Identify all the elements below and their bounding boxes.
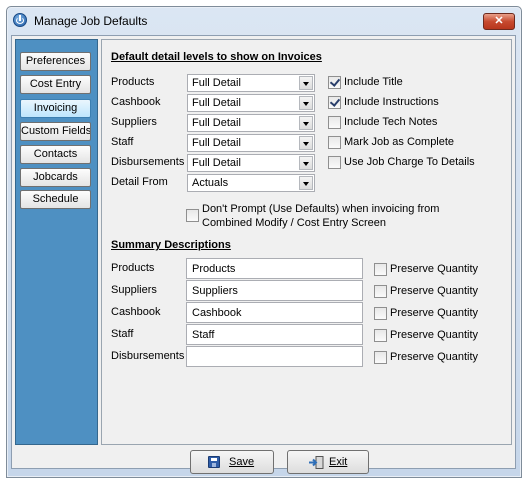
summary-staff-label: Staff	[111, 328, 134, 340]
suppliers-detail-select[interactable]: Full Detail	[187, 114, 315, 132]
summary-suppliers-value: Suppliers	[192, 285, 238, 297]
exit-door-icon	[309, 456, 324, 469]
close-button[interactable]: ✕	[483, 13, 515, 30]
chevron-down-icon[interactable]	[299, 176, 313, 190]
preserve-quantity-suppliers-checkbox[interactable]	[374, 285, 387, 298]
preserve-quantity-cashbook-label: Preserve Quantity	[390, 307, 479, 319]
preserve-quantity-suppliers-label: Preserve Quantity	[390, 285, 479, 297]
cashbook-detail-value: Full Detail	[192, 97, 241, 109]
summary-disbursements-input[interactable]	[186, 346, 363, 367]
preserve-quantity-disbursements-checkbox[interactable]	[374, 351, 387, 364]
preserve-quantity-products-checkbox[interactable]	[374, 263, 387, 276]
dont-prompt-checkbox[interactable]	[186, 209, 199, 222]
detail-from-select[interactable]: Actuals	[187, 174, 315, 192]
mark-job-complete-label: Mark Job as Complete	[344, 136, 455, 148]
summary-products-value: Products	[192, 263, 236, 275]
suppliers-detail-value: Full Detail	[192, 117, 241, 129]
title-bar: Manage Job Defaults ✕	[7, 7, 521, 35]
preserve-quantity-cashbook-checkbox[interactable]	[374, 307, 387, 320]
disbursements-detail-value: Full Detail	[192, 157, 241, 169]
dont-prompt-label-line1: Don't Prompt (Use Defaults) when invoici…	[202, 203, 440, 215]
suppliers-detail-label: Suppliers	[111, 116, 157, 128]
chevron-down-icon[interactable]	[299, 136, 313, 150]
summary-cashbook-label: Cashbook	[111, 306, 161, 318]
sidebar: Preferences Cost Entry Invoicing Custom …	[15, 39, 98, 445]
include-tech-notes-label: Include Tech Notes	[344, 116, 438, 128]
products-detail-label: Products	[111, 76, 155, 88]
staff-detail-select[interactable]: Full Detail	[187, 134, 315, 152]
cashbook-detail-select[interactable]: Full Detail	[187, 94, 315, 112]
detail-from-value: Actuals	[192, 177, 229, 189]
save-button[interactable]: Save	[190, 450, 274, 474]
use-job-charge-checkbox[interactable]	[328, 156, 341, 169]
staff-detail-label: Staff	[111, 136, 134, 148]
products-detail-select[interactable]: Full Detail	[187, 74, 315, 92]
sidebar-item-schedule[interactable]: Schedule	[20, 190, 91, 209]
preserve-quantity-staff-checkbox[interactable]	[374, 329, 387, 342]
include-instructions-checkbox[interactable]	[328, 96, 341, 109]
chevron-down-icon[interactable]	[299, 76, 313, 90]
preserve-quantity-disbursements-label: Preserve Quantity	[390, 351, 479, 363]
exit-button-label: Exit	[329, 456, 348, 468]
chevron-down-icon[interactable]	[299, 156, 313, 170]
window-title: Manage Job Defaults	[34, 14, 148, 28]
include-instructions-label: Include Instructions	[344, 96, 439, 108]
detail-from-label: Detail From	[111, 176, 168, 188]
summary-descriptions-heading: Summary Descriptions	[111, 239, 231, 251]
summary-disbursements-label: Disbursements	[111, 350, 185, 362]
include-title-label: Include Title	[344, 76, 403, 88]
manage-job-defaults-window: Manage Job Defaults ✕ Preferences Cost E…	[6, 6, 522, 478]
cashbook-detail-label: Cashbook	[111, 96, 161, 108]
floppy-disk-icon	[208, 456, 220, 468]
chevron-down-icon[interactable]	[299, 116, 313, 130]
chevron-down-icon[interactable]	[299, 96, 313, 110]
save-button-label: Save	[229, 456, 255, 468]
summary-suppliers-label: Suppliers	[111, 284, 157, 296]
include-tech-notes-checkbox[interactable]	[328, 116, 341, 129]
sidebar-item-contacts[interactable]: Contacts	[20, 145, 91, 164]
sidebar-item-jobcards[interactable]: Jobcards	[20, 168, 91, 187]
mark-job-complete-checkbox[interactable]	[328, 136, 341, 149]
preserve-quantity-products-label: Preserve Quantity	[390, 263, 479, 275]
disbursements-detail-label: Disbursements	[111, 156, 185, 168]
exit-button[interactable]: Exit	[287, 450, 369, 474]
client-area: Preferences Cost Entry Invoicing Custom …	[11, 35, 516, 474]
summary-staff-input[interactable]: Staff	[186, 324, 363, 345]
sidebar-item-preferences[interactable]: Preferences	[20, 52, 91, 71]
sidebar-item-custom-fields[interactable]: Custom Fields	[20, 122, 91, 141]
summary-cashbook-value: Cashbook	[192, 307, 242, 319]
invoicing-panel: Default detail levels to show on Invoice…	[101, 39, 512, 445]
summary-suppliers-input[interactable]: Suppliers	[186, 280, 363, 301]
summary-cashbook-input[interactable]: Cashbook	[186, 302, 363, 323]
power-icon	[13, 13, 27, 27]
detail-levels-heading: Default detail levels to show on Invoice…	[111, 51, 322, 63]
include-title-checkbox[interactable]	[328, 76, 341, 89]
disbursements-detail-select[interactable]: Full Detail	[187, 154, 315, 172]
preserve-quantity-staff-label: Preserve Quantity	[390, 329, 479, 341]
summary-products-input[interactable]: Products	[186, 258, 363, 279]
sidebar-item-invoicing[interactable]: Invoicing	[20, 99, 91, 118]
summary-staff-value: Staff	[192, 329, 215, 341]
dont-prompt-label-line2: Combined Modify / Cost Entry Screen	[202, 217, 387, 229]
staff-detail-value: Full Detail	[192, 137, 241, 149]
use-job-charge-label: Use Job Charge To Details	[344, 156, 475, 168]
products-detail-value: Full Detail	[192, 77, 241, 89]
summary-products-label: Products	[111, 262, 155, 274]
sidebar-item-cost-entry[interactable]: Cost Entry	[20, 75, 91, 94]
